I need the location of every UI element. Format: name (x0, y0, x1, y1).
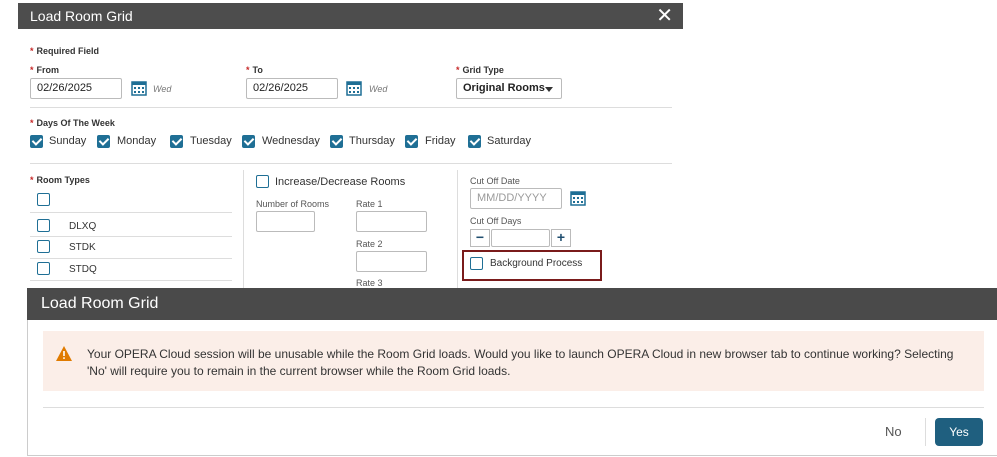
checkbox-checked[interactable] (30, 135, 43, 148)
divider (457, 170, 458, 288)
cut-off-date-input[interactable]: MM/DD/YYYY (470, 188, 562, 209)
divider (30, 258, 232, 259)
day-monday[interactable] (97, 135, 110, 153)
rate2-label: Rate 2 (356, 239, 383, 249)
to-date-input[interactable]: 02/26/2025 (246, 78, 338, 99)
day-sunday[interactable] (30, 135, 43, 153)
from-label: * From (30, 65, 60, 75)
divider (925, 418, 926, 446)
day-label: Tuesday (190, 135, 232, 147)
rate1-label: Rate 1 (356, 199, 383, 209)
room-type-checkbox[interactable] (37, 219, 50, 237)
checkbox-checked[interactable] (468, 135, 481, 148)
close-icon[interactable]: ✕ (656, 3, 673, 29)
divider (30, 107, 672, 108)
divider (30, 163, 672, 164)
calendar-icon[interactable] (131, 80, 147, 96)
divider (43, 407, 984, 408)
day-label: Saturday (487, 135, 532, 147)
day-label: Thursday (349, 135, 395, 147)
room-type-stdq: STDQ (69, 264, 97, 275)
day-thursday[interactable] (330, 135, 343, 153)
day-label: Monday (117, 135, 157, 147)
day-tuesday[interactable] (170, 135, 183, 153)
checkbox-checked[interactable] (170, 135, 183, 148)
day-wednesday[interactable] (242, 135, 255, 153)
background-process-label: Background Process (490, 258, 583, 269)
day-label: Sunday (49, 135, 87, 147)
dialog-title: Load Room Grid (30, 8, 133, 24)
decrement-button[interactable]: − (470, 229, 490, 247)
grid-type-label: * Grid Type (456, 65, 504, 75)
checkbox-checked[interactable] (97, 135, 110, 148)
number-of-rooms-input[interactable] (256, 211, 315, 232)
warning-icon (56, 346, 72, 361)
day-label: Wednesday (262, 135, 320, 147)
no-button[interactable]: No (885, 424, 902, 439)
day-saturday[interactable] (468, 135, 481, 153)
increment-button[interactable]: + (551, 229, 571, 247)
to-label: * To (246, 65, 263, 75)
from-date-input[interactable]: 02/26/2025 (30, 78, 122, 99)
modal-title: Load Room Grid (27, 288, 997, 320)
warning-message: Your OPERA Cloud session will be unusabl… (87, 347, 954, 378)
checkbox-checked[interactable] (242, 135, 255, 148)
required-field-note: * Required Field (30, 46, 100, 56)
from-day-of-week: Wed (153, 84, 172, 94)
calendar-icon[interactable] (570, 190, 586, 206)
number-of-rooms-label: Number of Rooms (256, 199, 330, 209)
cut-off-days-input[interactable] (491, 229, 550, 247)
divider (243, 170, 244, 288)
room-type-checkbox[interactable] (37, 240, 50, 258)
increase-decrease-checkbox[interactable] (256, 175, 269, 193)
cut-off-days-label: Cut Off Days (470, 216, 522, 226)
divider (30, 236, 232, 237)
to-day-of-week: Wed (369, 84, 388, 94)
room-type-dlxq: DLXQ (69, 221, 97, 232)
yes-button[interactable]: Yes (935, 418, 983, 446)
divider (30, 212, 232, 213)
checkbox-checked[interactable] (330, 135, 343, 148)
calendar-icon[interactable] (346, 80, 362, 96)
rate2-input[interactable] (356, 251, 427, 272)
room-types-label: * Room Types (30, 175, 90, 185)
room-types-select-all[interactable] (37, 193, 50, 211)
rate3-label: Rate 3 (356, 278, 383, 288)
checkbox-checked[interactable] (405, 135, 418, 148)
background-process-checkbox[interactable] (470, 257, 483, 275)
divider (30, 280, 232, 281)
chevron-down-icon (545, 87, 553, 92)
grid-type-select[interactable]: Original Rooms (456, 78, 562, 99)
increase-decrease-label: Increase/Decrease Rooms (275, 176, 406, 188)
days-of-week-label: * Days Of The Week (30, 118, 115, 128)
cut-off-date-label: Cut Off Date (470, 176, 520, 186)
rate1-input[interactable] (356, 211, 427, 232)
room-type-checkbox[interactable] (37, 262, 50, 280)
dialog-titlebar: Load Room Grid ✕ (18, 3, 683, 29)
room-type-stdk: STDK (69, 242, 96, 253)
day-friday[interactable] (405, 135, 418, 153)
day-label: Friday (425, 135, 456, 147)
